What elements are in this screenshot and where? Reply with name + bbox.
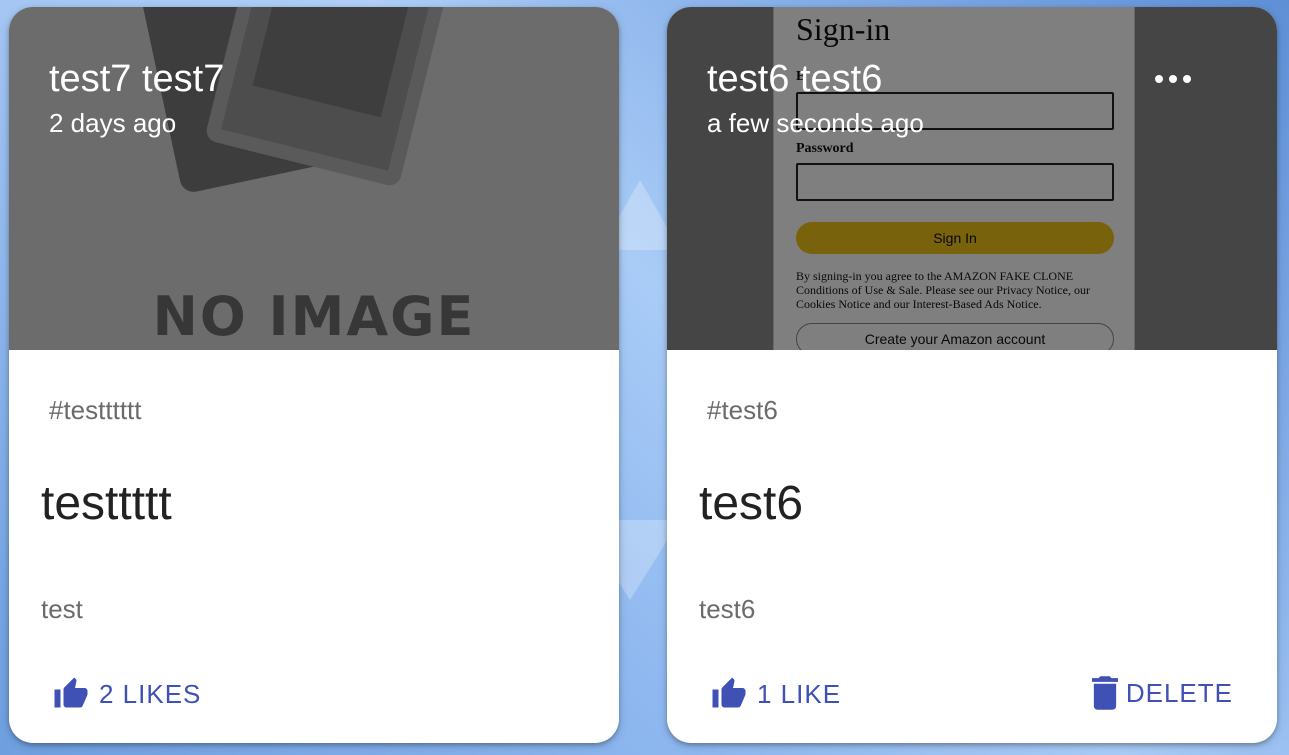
post-message: test6 bbox=[699, 594, 756, 624]
post-actions: 2 LIKES bbox=[9, 670, 619, 722]
post-title: testtttt bbox=[41, 477, 172, 530]
post-media: Sign-in E Password Sign In By signing-in… bbox=[667, 7, 1277, 350]
post-actions: 1 LIKE DELETE bbox=[667, 670, 1277, 722]
post-title: test6 bbox=[699, 477, 804, 530]
post-message: test bbox=[41, 594, 83, 624]
post-card: NO IMAGE test7 test7 2 days ago #testttt… bbox=[9, 7, 619, 743]
post-body: #test6 test6 test6 1 LIKE DELETE bbox=[667, 350, 1277, 743]
delete-button[interactable]: DELETE bbox=[1091, 676, 1233, 710]
trash-icon bbox=[1091, 676, 1118, 710]
post-tags: #test6 bbox=[707, 395, 778, 425]
post-header: test6 test6 a few seconds ago bbox=[707, 57, 924, 139]
post-time: a few seconds ago bbox=[707, 108, 924, 138]
post-author: test6 test6 bbox=[707, 58, 883, 100]
post-card: Sign-in E Password Sign In By signing-in… bbox=[667, 7, 1277, 743]
thumb-up-icon bbox=[54, 677, 88, 708]
like-count: 2 LIKES bbox=[99, 678, 202, 709]
like-button[interactable]: 2 LIKES bbox=[53, 676, 201, 712]
delete-label: DELETE bbox=[1125, 677, 1233, 708]
post-media: NO IMAGE test7 test7 2 days ago bbox=[9, 7, 619, 350]
post-body: #testttttt testtttt test 2 LIKES bbox=[9, 350, 619, 743]
post-tags: #testttttt bbox=[49, 395, 142, 425]
post-time: 2 days ago bbox=[49, 108, 177, 138]
thumb-up-icon bbox=[712, 677, 746, 708]
like-count: 1 LIKE bbox=[757, 678, 842, 709]
post-header: test7 test7 2 days ago bbox=[49, 57, 224, 139]
like-button[interactable]: 1 LIKE bbox=[711, 676, 841, 712]
more-horizontal-icon[interactable] bbox=[1155, 67, 1191, 91]
post-author: test7 test7 bbox=[49, 58, 225, 100]
